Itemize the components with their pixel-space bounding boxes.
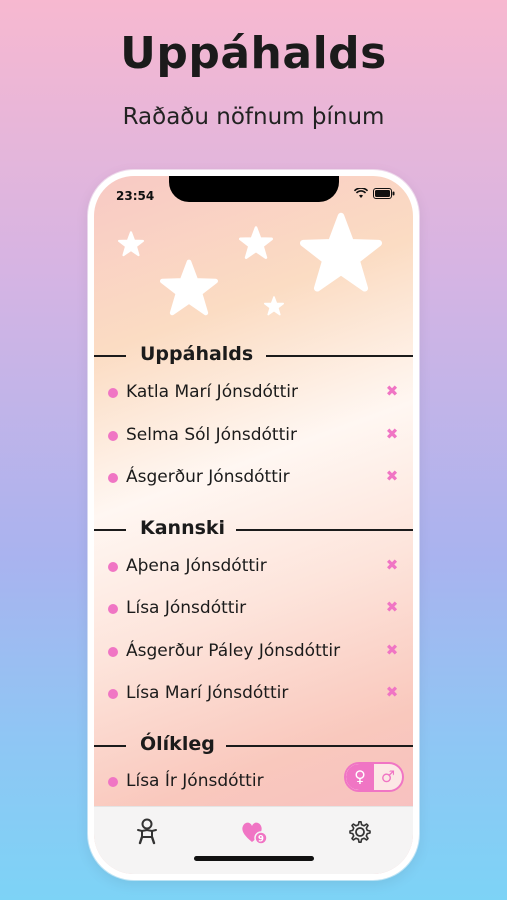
divider [226, 745, 413, 747]
status-icons [354, 188, 395, 199]
list-item[interactable]: Ásgerður Jónsdóttir ✖ [94, 463, 413, 493]
divider [236, 529, 413, 531]
section-header-olikleg: Ólíkleg [94, 733, 413, 757]
promo-headline: Uppáhalds [120, 28, 387, 79]
list-item[interactable]: Lísa Jónsdóttir ✖ [94, 594, 413, 624]
bullet-dot [108, 431, 118, 441]
name-label: Lísa Marí Jónsdóttir [126, 683, 289, 703]
name-label: Lísa Ír Jónsdóttir [126, 771, 264, 791]
list-item[interactable]: Selma Sól Jónsdóttir ✖ [94, 421, 413, 451]
bullet-dot [108, 647, 118, 657]
divider [94, 745, 126, 747]
section-header-kannski: Kannski [94, 517, 413, 541]
bullet-dot [108, 388, 118, 398]
gear-icon[interactable] [345, 817, 375, 847]
gender-toggle[interactable]: ♀ ♂ [344, 762, 404, 792]
bullet-dot [108, 777, 118, 787]
app-screen: 23:54 Uppáhalds Katla Marí Jónsdóttir ✖ … [94, 176, 413, 874]
list-item[interactable]: Katla Marí Jónsdóttir ✖ [94, 378, 413, 408]
home-indicator [194, 856, 314, 861]
status-time: 23:54 [116, 189, 155, 203]
list-item[interactable]: Aþena Jónsdóttir ✖ [94, 552, 413, 582]
star-icon [118, 231, 144, 257]
remove-icon[interactable]: ✖ [382, 381, 402, 401]
section-title: Ólíkleg [140, 733, 215, 755]
name-label: Katla Marí Jónsdóttir [126, 382, 298, 402]
female-icon[interactable]: ♀ [346, 764, 374, 790]
remove-icon[interactable]: ✖ [382, 682, 402, 702]
divider [94, 355, 126, 357]
remove-icon[interactable]: ✖ [382, 424, 402, 444]
star-icon [264, 296, 284, 316]
remove-icon[interactable]: ✖ [382, 466, 402, 486]
bullet-dot [108, 689, 118, 699]
list-item[interactable]: Lísa Marí Jónsdóttir ✖ [94, 679, 413, 709]
favorites-badge: 9 [258, 835, 264, 845]
name-label: Ásgerður Jónsdóttir [126, 467, 290, 487]
heart-icon[interactable]: 9 [239, 817, 269, 847]
star-icon [239, 226, 273, 259]
section-header-uppahalds: Uppáhalds [94, 343, 413, 367]
phone-notch [169, 176, 339, 202]
section-title: Uppáhalds [140, 343, 254, 365]
name-label: Aþena Jónsdóttir [126, 556, 267, 576]
promo-subline: Raðaðu nöfnum þínum [122, 104, 385, 130]
list-item[interactable]: Ásgerður Páley Jónsdóttir ✖ [94, 637, 413, 667]
bullet-dot [108, 473, 118, 483]
baby-icon[interactable] [132, 817, 162, 847]
name-label: Lísa Jónsdóttir [126, 598, 247, 618]
male-icon[interactable]: ♂ [374, 764, 402, 790]
bullet-dot [108, 562, 118, 572]
star-icon [300, 212, 382, 292]
star-icon [160, 259, 218, 316]
phone-frame: 23:54 Uppáhalds Katla Marí Jónsdóttir ✖ … [88, 170, 419, 880]
wifi-icon [354, 188, 368, 198]
bullet-dot [108, 604, 118, 614]
remove-icon[interactable]: ✖ [382, 597, 402, 617]
remove-icon[interactable]: ✖ [382, 555, 402, 575]
section-title: Kannski [140, 517, 226, 539]
battery-icon [373, 188, 395, 199]
tab-bar: 9 [94, 806, 413, 874]
name-label: Selma Sól Jónsdóttir [126, 425, 297, 445]
divider [94, 529, 126, 531]
remove-icon[interactable]: ✖ [382, 640, 402, 660]
divider [266, 355, 413, 357]
name-label: Ásgerður Páley Jónsdóttir [126, 641, 341, 661]
